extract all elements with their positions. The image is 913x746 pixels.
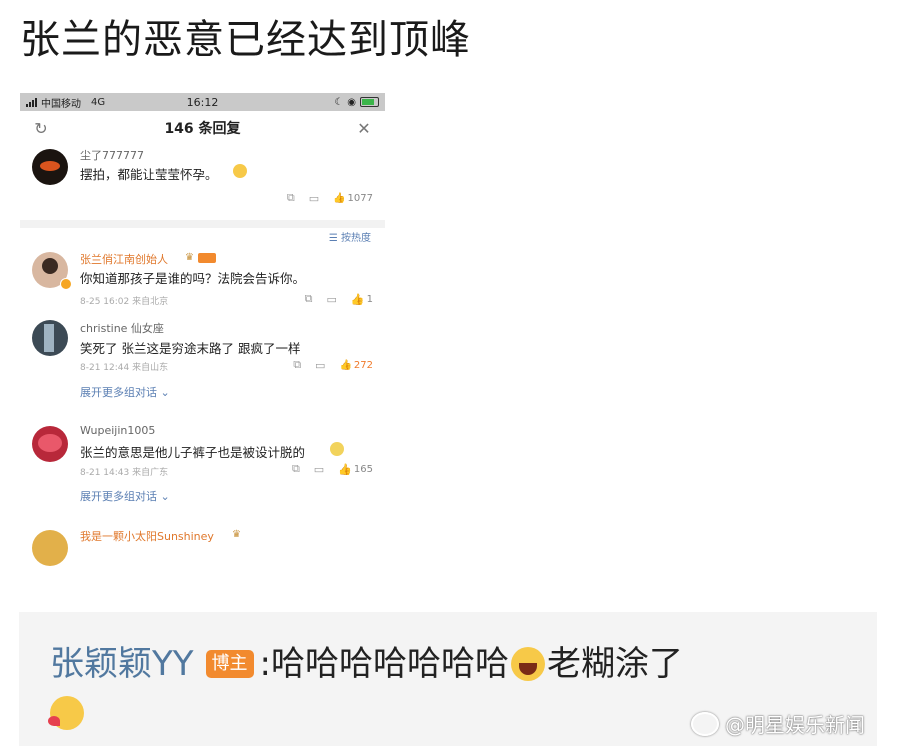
- avatar[interactable]: [32, 426, 68, 462]
- watermark: @明星娱乐新闻: [691, 709, 865, 738]
- avatar[interactable]: [32, 320, 68, 356]
- laugh-emoji-icon: [511, 647, 546, 681]
- chevron-down-icon: ⌄: [160, 386, 170, 399]
- blush-heart-emoji-icon: [48, 696, 84, 730]
- expand-label: 展开更多组对话: [80, 490, 157, 503]
- comment-icon[interactable]: ▭: [327, 293, 337, 306]
- comment-username[interactable]: 我是一颗小太阳Sunshiney: [80, 528, 214, 544]
- comment-icon[interactable]: ▭: [315, 359, 325, 372]
- share-icon[interactable]: ⧉: [292, 462, 300, 476]
- comment-actions: ⧉ ▭ 👍 165: [292, 462, 373, 476]
- laugh-emoji-icon: [233, 164, 247, 178]
- comment-icon[interactable]: ▭: [309, 192, 319, 205]
- share-icon[interactable]: ⧉: [287, 191, 295, 205]
- cat-emoji-icon: [330, 442, 344, 456]
- thumbs-up-icon: 👍: [350, 292, 365, 306]
- page-title: 张兰的恶意已经达到顶峰: [20, 17, 471, 63]
- moon-icon: ☾: [334, 96, 344, 108]
- phone-screenshot: 中国移动 4G 16:12 ☾ ◉ ↻ 146 条回复 ✕ 尘了777777 摆…: [20, 93, 385, 581]
- reply-count-title: 146 条回复: [164, 121, 241, 137]
- chevron-down-icon: ⌄: [160, 490, 170, 503]
- watermark-text: @明星娱乐新闻: [725, 713, 865, 737]
- share-icon[interactable]: ⧉: [293, 358, 301, 372]
- refresh-icon[interactable]: ↻: [32, 119, 50, 138]
- like-button[interactable]: 👍 272: [339, 360, 373, 371]
- vip-badge-icon: [198, 253, 216, 263]
- comment-text: 笑死了 张兰这是穷途末路了 跟疯了一样: [80, 341, 301, 356]
- blogger-badge: 博主: [205, 650, 254, 678]
- close-icon[interactable]: ✕: [355, 119, 373, 138]
- sort-label: 按热度: [341, 233, 371, 244]
- like-count: 165: [353, 463, 373, 475]
- like-count: 1: [366, 293, 373, 305]
- comment-username[interactable]: Wupeijin1005: [80, 424, 155, 437]
- sort-icon: ☰: [328, 233, 338, 244]
- quoted-comment: 张颖颖YY 博主 :哈哈哈哈哈哈哈 老糊涂了 @明星娱乐新闻: [19, 612, 877, 746]
- comment-meta: 8-25 16:02 来自北京: [80, 297, 169, 307]
- expand-label: 展开更多组对话: [80, 386, 157, 399]
- lock-rotation-icon: ◉: [347, 96, 357, 108]
- quote-text-a: :哈哈哈哈哈哈哈: [259, 644, 510, 684]
- comment-meta: 8-21 14:43 来自广东: [80, 468, 169, 478]
- status-bar: 中国移动 4G 16:12 ☾ ◉: [20, 93, 385, 111]
- list-item: 张兰俏江南创始人 ♛ 你知道那孩子是谁的吗？法院会告诉你。 8-25 16:02…: [20, 250, 385, 320]
- like-button[interactable]: 👍 1: [351, 293, 373, 306]
- avatar[interactable]: [32, 149, 68, 185]
- thumbs-up-icon: 👍: [333, 192, 346, 204]
- status-time: 16:12: [186, 95, 219, 109]
- like-button[interactable]: 👍 165: [338, 463, 373, 476]
- thumbs-up-icon: 👍: [338, 462, 352, 476]
- crown-badge-icon: ♛: [185, 252, 194, 263]
- comment-meta: 8-21 12:44 来自山东: [80, 363, 169, 373]
- signal-icon: [26, 97, 37, 107]
- comment-text: 张兰的意思是他儿子裤子也是被设计脱的: [80, 445, 306, 460]
- like-count: 1077: [347, 192, 373, 204]
- carrier-label: 中国移动: [41, 98, 81, 110]
- comment-icon[interactable]: ▭: [314, 463, 324, 476]
- sort-toggle[interactable]: ☰ 按热度: [20, 228, 385, 250]
- avatar[interactable]: [32, 530, 68, 566]
- comment-username[interactable]: 尘了777777: [80, 147, 144, 163]
- like-button[interactable]: 👍 1077: [333, 193, 373, 204]
- like-count: 272: [353, 359, 373, 371]
- section-divider: [20, 220, 385, 228]
- comment-text: 摆拍，都能让莹莹怀孕。: [80, 167, 218, 182]
- verified-badge-icon: [60, 278, 72, 290]
- comment-actions: ⧉ ▭ 👍 1077: [287, 191, 373, 205]
- comment-actions: ⧉ ▭ 👍 272: [293, 358, 373, 372]
- share-icon[interactable]: ⧉: [305, 292, 313, 306]
- quote-username[interactable]: 张颖颖YY: [50, 640, 194, 688]
- list-item: christine 仙女座 笑死了 张兰这是穷途末路了 跟疯了一样 8-21 1…: [20, 320, 385, 424]
- network-label: 4G: [91, 96, 106, 108]
- comment-username[interactable]: christine 仙女座: [80, 320, 164, 336]
- battery-icon: [360, 97, 380, 107]
- expand-thread-link[interactable]: 展开更多组对话 ⌄: [80, 384, 170, 400]
- comment-actions: ⧉ ▭ 👍 1: [305, 292, 373, 306]
- top-comment: 尘了777777 摆拍，都能让莹莹怀孕。 ⧉ ▭ 👍 1077: [20, 145, 385, 220]
- crown-badge-icon: ♛: [232, 529, 241, 540]
- weibo-logo-icon: [691, 711, 719, 736]
- comment-text: 你知道那孩子是谁的吗？法院会告诉你。: [80, 271, 306, 286]
- list-item: 我是一颗小太阳Sunshiney ♛: [20, 528, 385, 568]
- list-item: Wupeijin1005 张兰的意思是他儿子裤子也是被设计脱的 8-21 14:…: [20, 424, 385, 528]
- thumbs-up-icon: 👍: [339, 359, 352, 371]
- comment-username[interactable]: 张兰俏江南创始人: [80, 251, 168, 267]
- reply-header: ↻ 146 条回复 ✕: [20, 111, 385, 145]
- expand-thread-link[interactable]: 展开更多组对话 ⌄: [80, 488, 170, 504]
- quote-text-b: 老糊涂了: [547, 644, 684, 684]
